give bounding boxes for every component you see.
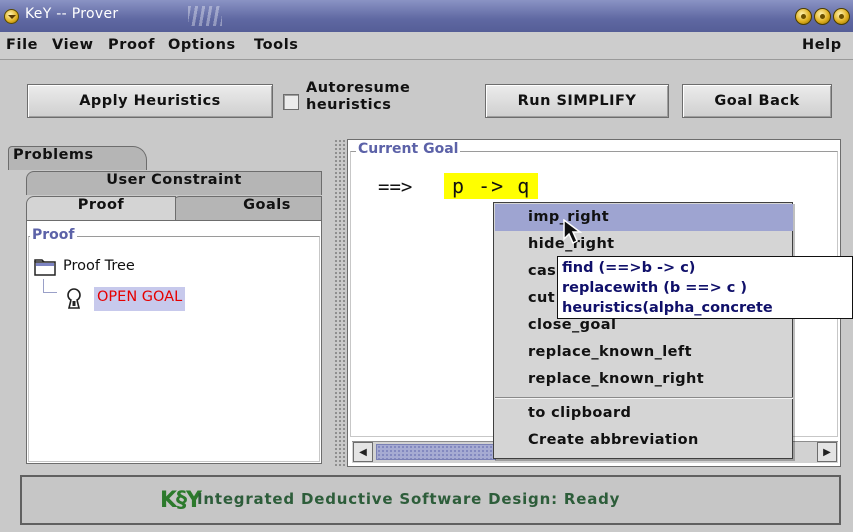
window-menu-icon[interactable] <box>4 9 19 24</box>
title-decoration <box>188 6 222 26</box>
menu-separator <box>495 397 793 399</box>
menu-help[interactable]: Help <box>802 37 842 53</box>
rule-context-menu: imp_right hide_right cas cut close_goal … <box>493 202 793 459</box>
menu-options[interactable]: Options <box>168 37 236 53</box>
autoresume-checkbox[interactable] <box>283 94 299 110</box>
menu-view[interactable]: View <box>52 37 94 53</box>
close-icon[interactable] <box>833 8 850 25</box>
tab-goals-label: Goals <box>243 197 291 213</box>
autoresume-label: Autoresume heuristics <box>306 80 410 114</box>
mouse-pointer-icon <box>563 219 583 245</box>
rule-tooltip: find (==>b -> c) replacewith (b ==> c ) … <box>557 256 853 319</box>
key-logo-icon: K§Y <box>160 488 202 513</box>
goal-back-button[interactable]: Goal Back <box>682 84 832 118</box>
minimize-icon[interactable] <box>795 8 812 25</box>
folder-icon <box>34 259 56 276</box>
menu-tools[interactable]: Tools <box>254 37 299 53</box>
split-pane-divider[interactable] <box>334 139 346 467</box>
maximize-icon[interactable] <box>814 8 831 25</box>
menu-item-replace-known-left[interactable]: replace_known_left <box>495 339 793 366</box>
current-goal-legend: Current Goal <box>356 141 461 157</box>
menu-item-to-clipboard[interactable]: to clipboard <box>495 400 793 427</box>
title-bar[interactable]: KeY -- Prover <box>0 0 853 32</box>
open-goal-node[interactable]: OPEN GOAL <box>94 287 186 311</box>
scrollbar-thumb[interactable] <box>376 444 496 460</box>
menu-item-create-abbreviation[interactable]: Create abbreviation <box>495 427 793 454</box>
proof-tree-root[interactable]: Proof Tree <box>63 258 135 274</box>
menu-item-replace-known-right[interactable]: replace_known_right <box>495 366 793 393</box>
menu-bar: File View Proof Options Tools Help <box>0 32 853 60</box>
tab-proof[interactable]: Proof <box>26 196 176 220</box>
scroll-left-arrow-icon[interactable]: ◀ <box>353 442 373 462</box>
menu-proof[interactable]: Proof <box>108 37 155 53</box>
apply-heuristics-button[interactable]: Apply Heuristics <box>27 84 273 118</box>
menu-item-imp-right[interactable]: imp_right <box>495 204 793 231</box>
menu-file[interactable]: File <box>6 37 38 53</box>
tree-connector <box>43 279 57 293</box>
tooltip-heuristics: heuristics(alpha_concrete <box>562 300 773 316</box>
tooltip-find: find (==>b -> c) <box>562 260 696 276</box>
proof-panel-legend: Proof <box>30 227 77 243</box>
sequent-formula[interactable]: p -> q <box>444 173 539 199</box>
window-title: KeY -- Prover <box>25 6 119 22</box>
sequent-arrow: ==> <box>378 176 413 198</box>
key-prover-window: KeY -- Prover File View Proof Options To… <box>0 0 853 532</box>
autoresume-label-line1: Autoresume <box>306 80 411 96</box>
tab-user-constraint[interactable]: User Constraint <box>26 171 322 195</box>
menu-item-hide-right[interactable]: hide_right <box>495 231 793 258</box>
autoresume-label-line2: heuristics <box>306 97 392 113</box>
keyhole-icon <box>67 288 81 309</box>
tab-problems[interactable]: Problems <box>8 146 147 170</box>
scroll-right-arrow-icon[interactable]: ▶ <box>817 442 837 462</box>
tooltip-replacewith: replacewith (b ==> c ) <box>562 280 748 296</box>
tab-goals[interactable]: Goals <box>172 196 322 220</box>
status-text: Integrated Deductive Software Design: Re… <box>197 490 621 508</box>
run-simplify-button[interactable]: Run SIMPLIFY <box>485 84 669 118</box>
